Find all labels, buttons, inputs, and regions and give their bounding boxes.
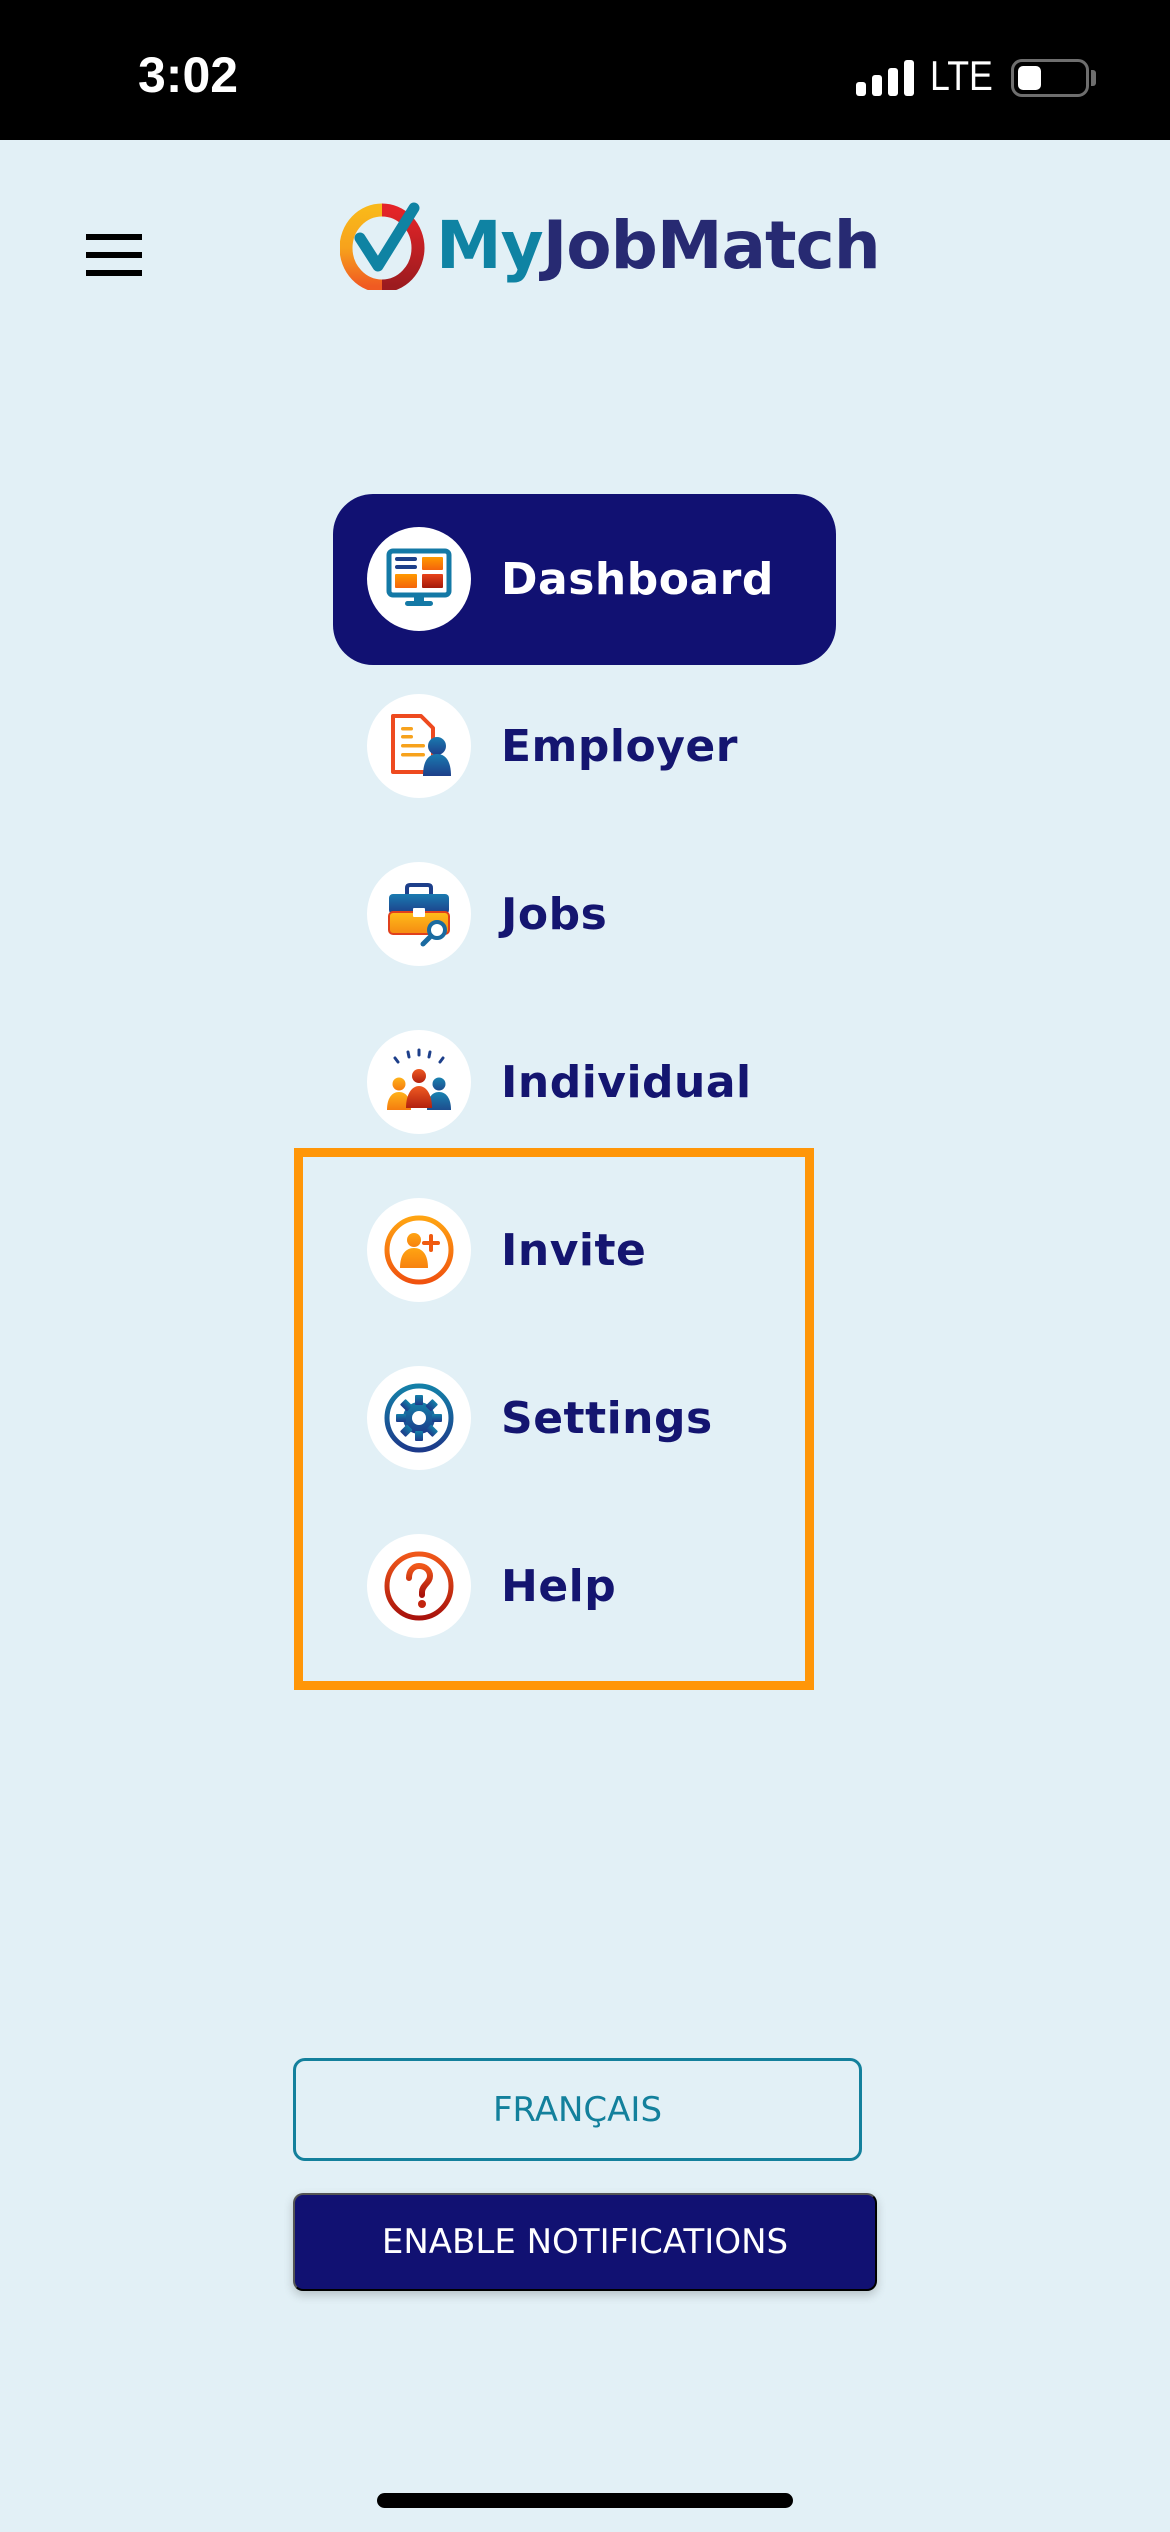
menu-item-individual[interactable]: Individual xyxy=(333,998,836,1166)
briefcase-search-icon xyxy=(367,862,471,966)
people-group-icon xyxy=(367,1030,471,1134)
menu-label: Dashboard xyxy=(501,554,774,605)
status-time: 3:02 xyxy=(138,47,239,103)
network-type: LTE xyxy=(930,52,993,99)
battery-cap xyxy=(1091,70,1096,86)
app-logo: MyJobMatch xyxy=(340,200,881,290)
home-indicator[interactable] xyxy=(377,2493,793,2508)
logo-text: MyJobMatch xyxy=(436,206,881,284)
language-toggle-button[interactable]: FRANÇAIS xyxy=(293,2058,862,2161)
menu-label: Settings xyxy=(501,1392,713,1444)
document-person-icon xyxy=(367,694,471,798)
menu-item-employer[interactable]: Employer xyxy=(333,662,836,830)
menu-item-jobs[interactable]: Jobs xyxy=(333,830,836,998)
status-bar: 3:02 LTE xyxy=(0,0,1170,140)
battery-icon xyxy=(1011,59,1089,97)
signal-strength-icon xyxy=(856,60,916,96)
person-add-icon xyxy=(367,1198,471,1302)
gear-icon xyxy=(367,1366,471,1470)
question-circle-icon xyxy=(367,1534,471,1638)
menu-label: Jobs xyxy=(501,888,608,940)
menu-item-help[interactable]: Help xyxy=(333,1502,836,1670)
menu-item-settings[interactable]: Settings xyxy=(333,1334,836,1502)
monitor-dashboard-icon xyxy=(367,527,471,631)
checkmark-ring-logo-icon xyxy=(340,202,425,290)
menu-label: Employer xyxy=(501,720,738,772)
menu-item-dashboard[interactable]: Dashboard xyxy=(333,494,836,665)
menu-label: Invite xyxy=(501,1224,647,1276)
enable-notifications-button[interactable]: ENABLE NOTIFICATIONS xyxy=(293,2193,877,2291)
menu-item-invite[interactable]: Invite xyxy=(333,1166,836,1334)
menu-label: Individual xyxy=(501,1056,752,1108)
hamburger-menu-icon[interactable] xyxy=(86,234,142,276)
menu-label: Help xyxy=(501,1560,617,1612)
